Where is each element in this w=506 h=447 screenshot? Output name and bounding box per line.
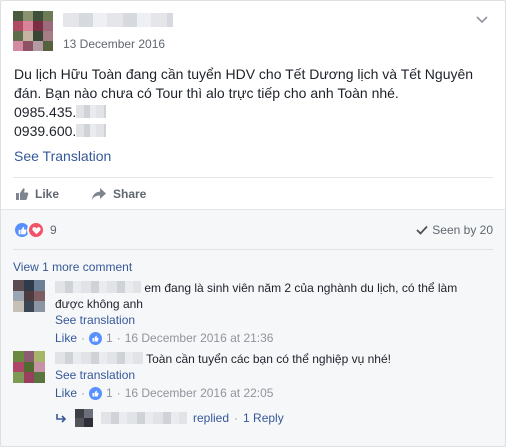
replied-label: replied	[193, 411, 230, 425]
comment-item: em đang là sinh viên năm 2 của nghành du…	[13, 280, 493, 346]
author-name-redacted[interactable]	[63, 13, 173, 27]
separator-dot: ·	[234, 411, 239, 425]
post-text-line: Du lịch Hữu Toàn đang cần tuyển HDV cho …	[14, 66, 474, 82]
comment-body: em đang là sinh viên năm 2 của nghành du…	[55, 280, 493, 346]
view-more-comments-link[interactable]: View 1 more comment	[13, 260, 132, 274]
comment-like-link[interactable]: Like	[55, 385, 77, 401]
comment-item: Toàn cần tuyển các bạn có thể nghiệp vụ …	[13, 351, 493, 401]
comment-like-count[interactable]: 1	[106, 385, 113, 401]
like-reaction-icon	[89, 331, 103, 345]
redacted-digits	[76, 124, 107, 137]
post-actions: Like Share	[13, 177, 493, 209]
commenter-avatar[interactable]	[13, 280, 45, 312]
replier-avatar	[75, 409, 93, 427]
comment-body: Toàn cần tuyển các bạn có thể nghiệp vụ …	[55, 351, 493, 401]
like-button[interactable]: Like	[15, 187, 59, 201]
post-date[interactable]: 13 December 2016	[63, 37, 165, 51]
commenter-name-redacted[interactable]	[55, 281, 141, 293]
phone-number-2: 0939.600.	[14, 122, 494, 141]
comment-text: Toàn cần tuyển các bạn có thể nghiệp vụ …	[55, 351, 493, 367]
comment-timestamp[interactable]: 16 December 2016 at 21:36	[125, 330, 274, 346]
comment-timestamp[interactable]: 16 December 2016 at 22:05	[125, 385, 274, 401]
thumbs-up-icon	[16, 188, 29, 200]
like-reaction-icon	[89, 386, 103, 400]
comment-see-translation-link[interactable]: See translation	[55, 367, 493, 383]
see-translation-link[interactable]: See Translation	[14, 148, 111, 164]
comment-text-continued: được không anh	[55, 297, 143, 311]
reaction-summary: 9 Seen by 20	[13, 210, 493, 250]
seen-by-label: Seen by 20	[432, 223, 493, 237]
comment-like-count[interactable]: 1	[106, 330, 113, 346]
like-label: Like	[35, 187, 60, 201]
seen-by[interactable]: Seen by 20	[416, 223, 493, 237]
comment-text: em đang là sinh viên năm 2 của nghành du…	[55, 280, 493, 296]
love-reaction-icon	[27, 221, 45, 239]
post-text: Du lịch Hữu Toàn đang cần tuyển HDV cho …	[14, 65, 494, 141]
reply-arrow-icon	[56, 414, 67, 423]
phone-number-1: 0985.435.	[14, 103, 494, 122]
author-avatar[interactable]	[13, 11, 53, 51]
share-arrow-icon	[92, 188, 106, 200]
share-label: Share	[113, 187, 147, 201]
post-card: 13 December 2016 Du lịch Hữu Toàn đang c…	[0, 0, 506, 447]
reply-summary[interactable]: replied · 1 Reply	[55, 404, 284, 432]
comment-like-link[interactable]: Like	[55, 330, 77, 346]
reaction-icons[interactable]	[13, 221, 45, 239]
share-button[interactable]: Share	[91, 187, 146, 201]
comment-see-translation-link[interactable]: See translation	[55, 312, 493, 328]
comment-meta: Like · 1 · 16 December 2016 at 21:36	[55, 330, 274, 346]
replier-name-redacted	[101, 412, 187, 424]
reaction-count[interactable]: 9	[50, 223, 57, 237]
commenter-name-redacted[interactable]	[55, 352, 143, 364]
checkmark-icon	[416, 225, 428, 235]
comment-meta: Like · 1 · 16 December 2016 at 22:05	[55, 385, 274, 401]
post-text-line: đán. Bạn nào chưa có Tour thì alo trực t…	[14, 85, 399, 101]
commenter-avatar[interactable]	[13, 351, 45, 383]
reply-count-link[interactable]: 1 Reply	[243, 411, 284, 425]
chevron-down-icon[interactable]	[475, 15, 489, 25]
redacted-digits	[76, 105, 107, 118]
